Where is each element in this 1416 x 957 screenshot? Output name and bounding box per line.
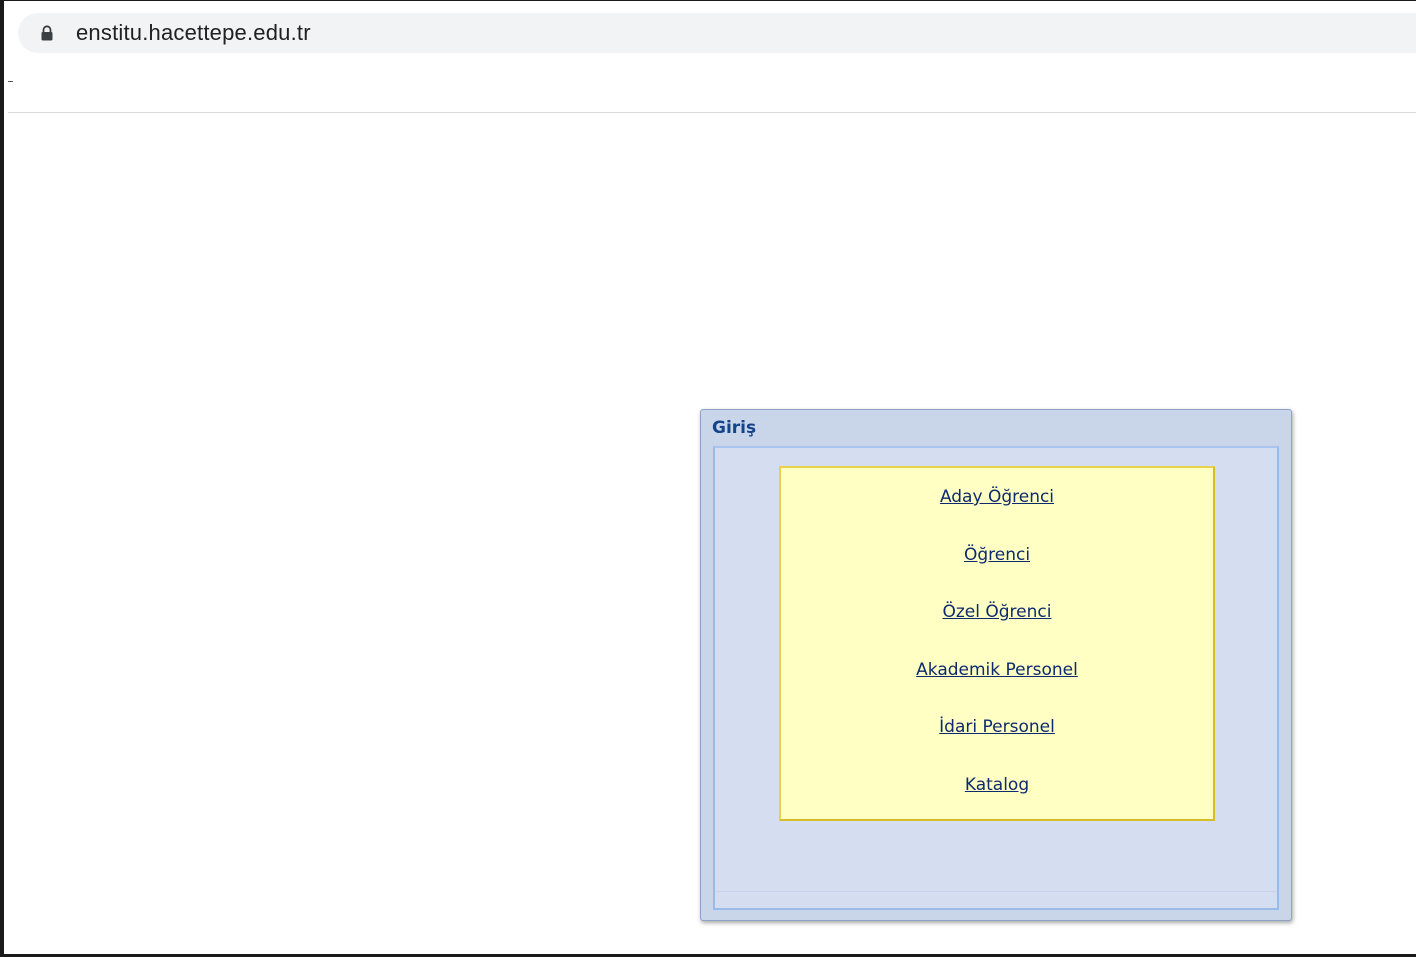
link-ogrenci[interactable]: Öğrenci <box>964 545 1030 565</box>
address-bar[interactable]: enstitu.hacettepe.edu.tr <box>18 13 1416 53</box>
list-item: Öğrenci <box>781 545 1213 603</box>
login-panel: Giriş Aday Öğrenci Öğrenci Özel Öğrenci … <box>700 409 1292 921</box>
panel-body: Aday Öğrenci Öğrenci Özel Öğrenci Akadem… <box>713 446 1279 910</box>
lock-icon[interactable] <box>40 25 54 41</box>
list-item: Aday Öğrenci <box>781 487 1213 545</box>
link-aday-ogrenci[interactable]: Aday Öğrenci <box>940 487 1054 507</box>
list-item: İdari Personel <box>781 717 1213 775</box>
panel-title: Giriş <box>712 418 757 438</box>
login-links-box: Aday Öğrenci Öğrenci Özel Öğrenci Akadem… <box>779 466 1215 821</box>
toolbar-divider <box>8 112 1416 113</box>
login-link-list: Aday Öğrenci Öğrenci Özel Öğrenci Akadem… <box>781 487 1213 833</box>
url-text[interactable]: enstitu.hacettepe.edu.tr <box>76 20 311 46</box>
list-item: Katalog <box>781 775 1213 833</box>
list-item: Özel Öğrenci <box>781 602 1213 660</box>
list-item: Akademik Personel <box>781 660 1213 718</box>
browser-window: enstitu.hacettepe.edu.tr Giriş Aday Öğre… <box>0 0 1416 957</box>
link-akademik-personel[interactable]: Akademik Personel <box>916 660 1078 680</box>
link-katalog[interactable]: Katalog <box>965 775 1029 795</box>
link-ozel-ogrenci[interactable]: Özel Öğrenci <box>943 602 1052 622</box>
link-idari-personel[interactable]: İdari Personel <box>939 717 1055 737</box>
divider-mark <box>8 81 13 82</box>
panel-footer-line <box>715 891 1277 892</box>
